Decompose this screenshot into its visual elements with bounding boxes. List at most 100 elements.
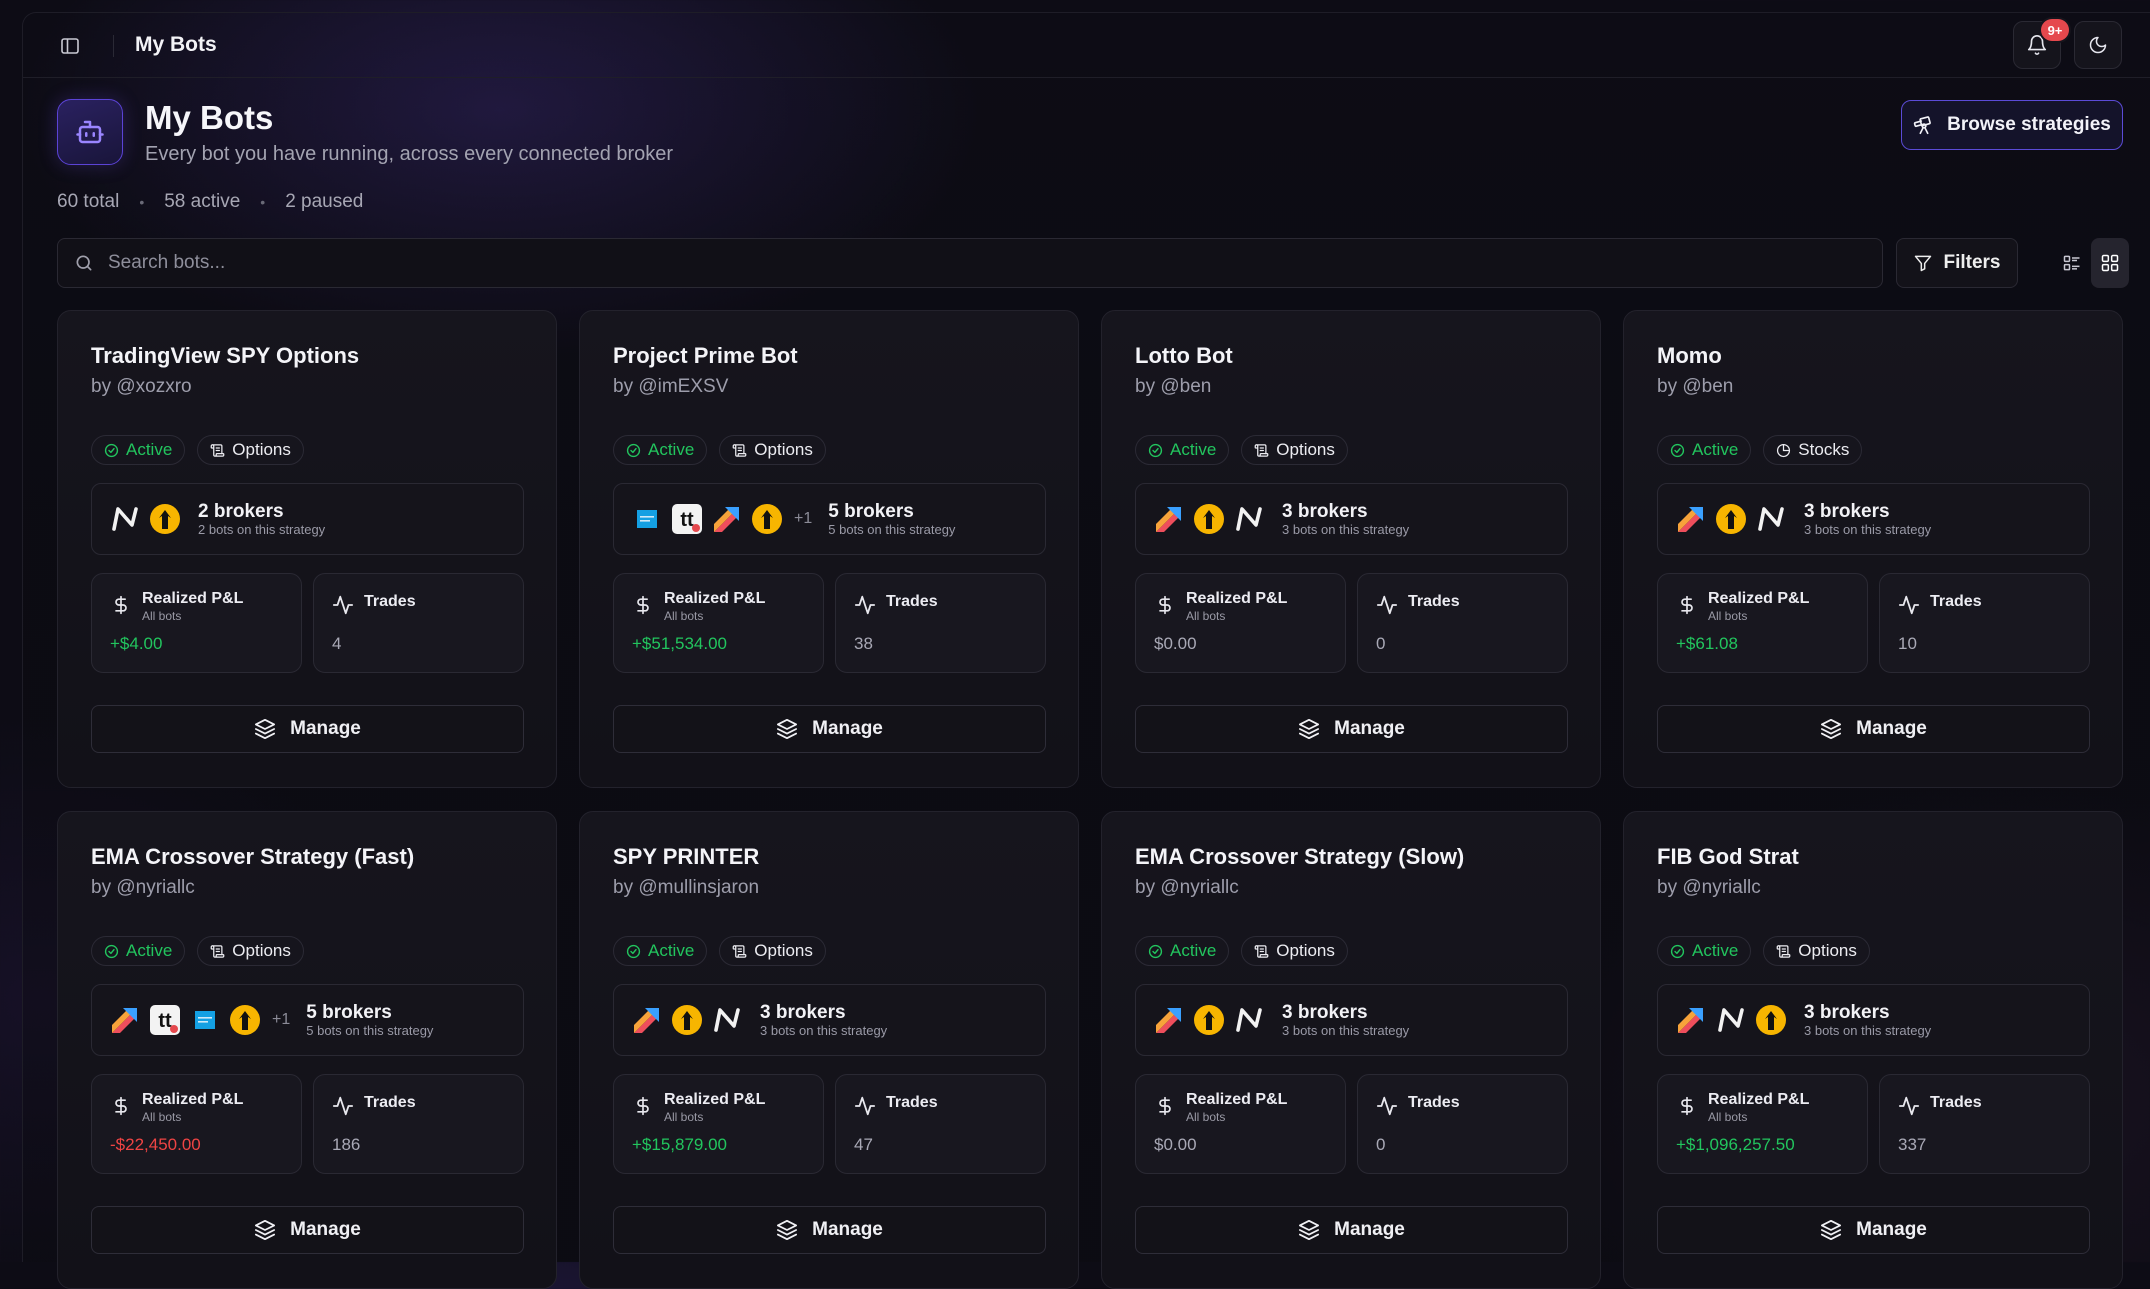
- grid-view-icon[interactable]: [2091, 238, 2129, 288]
- check-circle-icon: [1670, 443, 1685, 458]
- check-circle-icon: [1670, 944, 1685, 959]
- bot-card[interactable]: TradingView SPY Options by @xozxro Activ…: [57, 310, 557, 788]
- trades-label: Trades: [1408, 1094, 1460, 1111]
- manage-button[interactable]: Manage: [91, 1206, 524, 1254]
- search-input[interactable]: [108, 252, 1808, 274]
- yellow-broker-logo: [1714, 502, 1748, 536]
- trades-stat: Trades 4: [313, 573, 524, 673]
- bot-author: by @mullinsjaron: [613, 877, 760, 898]
- broker-subtext: 5 bots on this strategy: [306, 1023, 434, 1038]
- pnl-label: Realized P&L: [142, 1091, 244, 1108]
- activity-icon: [1898, 1093, 1920, 1119]
- theme-toggle-button[interactable]: [2074, 21, 2122, 69]
- broker-count: 3 brokers: [1804, 501, 1890, 522]
- bot-card[interactable]: Lotto Bot by @ben Active Options 3 broke…: [1101, 310, 1601, 788]
- trades-stat: Trades 38: [835, 573, 1046, 673]
- bot-card[interactable]: EMA Crossover Strategy (Fast) by @nyrial…: [57, 811, 557, 1289]
- browse-strategies-button[interactable]: Browse strategies: [1901, 100, 2123, 150]
- pnl-value: +$51,534.00: [632, 634, 728, 653]
- pnl-sublabel: All bots: [142, 609, 182, 623]
- separator-dot: •: [260, 194, 266, 210]
- bot-card[interactable]: FIB God Strat by @nyriallc Active Option…: [1623, 811, 2123, 1289]
- list-view-icon[interactable]: [2053, 238, 2091, 288]
- status-badge: Active: [1657, 936, 1752, 966]
- check-circle-icon: [626, 443, 641, 458]
- bot-name[interactable]: TradingView SPY Options: [91, 343, 359, 369]
- realized-pnl-stat: Realized P&L All bots +$51,534.00: [613, 573, 824, 673]
- bot-author: by @nyriallc: [1135, 877, 1239, 898]
- arrow-broker-logo: [1152, 502, 1186, 536]
- activity-icon: [1376, 592, 1398, 618]
- status-label: Active: [1170, 941, 1217, 960]
- status-badge: Active: [1135, 435, 1230, 465]
- realized-pnl-stat: Realized P&L All bots +$1,096,257.50: [1657, 1074, 1868, 1174]
- header-subtitle: Every bot you have running, across every…: [145, 143, 674, 165]
- bot-name[interactable]: Lotto Bot: [1135, 343, 1233, 369]
- notifications-button[interactable]: 9+: [2013, 19, 2069, 69]
- manage-button[interactable]: Manage: [91, 705, 524, 753]
- manage-label: Manage: [1856, 718, 1927, 739]
- trades-value: 0: [1376, 1135, 1386, 1154]
- manage-label: Manage: [1856, 1219, 1927, 1240]
- pnl-label: Realized P&L: [1186, 590, 1288, 607]
- bot-stats: 60 total • 58 active • 2 paused: [57, 191, 363, 213]
- n-broker-logo: [710, 1003, 744, 1037]
- brokers-summary: tt +1 5 brokers 5 bots on this strategy: [613, 483, 1046, 555]
- bot-name[interactable]: EMA Crossover Strategy (Fast): [91, 844, 414, 870]
- manage-button[interactable]: Manage: [1657, 705, 2090, 753]
- pnl-label: Realized P&L: [1186, 1091, 1288, 1108]
- trades-label: Trades: [1408, 593, 1460, 610]
- options-icon: [1776, 944, 1791, 959]
- trades-stat: Trades 0: [1357, 573, 1568, 673]
- filters-button[interactable]: Filters: [1896, 238, 2018, 288]
- bot-name[interactable]: Momo: [1657, 343, 1722, 369]
- svg-text:tt: tt: [680, 509, 694, 531]
- arrow-broker-logo: [710, 502, 744, 536]
- filters-label: Filters: [1943, 252, 2001, 273]
- pnl-label: Realized P&L: [664, 590, 766, 607]
- asset-type-label: Options: [1798, 941, 1857, 960]
- sidebar-toggle-icon[interactable]: [57, 33, 83, 59]
- view-toggle: [2053, 238, 2129, 288]
- pnl-sublabel: All bots: [1708, 609, 1748, 623]
- brokers-summary: 3 brokers 3 bots on this strategy: [613, 984, 1046, 1056]
- manage-button[interactable]: Manage: [613, 1206, 1046, 1254]
- asset-type-label: Options: [232, 941, 291, 960]
- bot-name[interactable]: SPY PRINTER: [613, 844, 759, 870]
- bot-name[interactable]: FIB God Strat: [1657, 844, 1799, 870]
- activity-icon: [854, 592, 876, 618]
- trades-stat: Trades 47: [835, 1074, 1046, 1174]
- manage-label: Manage: [290, 1219, 361, 1240]
- schwab-broker-logo: [188, 1003, 222, 1037]
- yellow-broker-logo: [1754, 1003, 1788, 1037]
- manage-button[interactable]: Manage: [1135, 705, 1568, 753]
- activity-icon: [1898, 592, 1920, 618]
- bot-name[interactable]: Project Prime Bot: [613, 343, 798, 369]
- schwab-broker-logo: [630, 502, 664, 536]
- bot-author: by @ben: [1135, 376, 1212, 397]
- manage-button[interactable]: Manage: [1657, 1206, 2090, 1254]
- pnl-sublabel: All bots: [664, 1110, 704, 1124]
- browse-strategies-label: Browse strategies: [1947, 114, 2111, 135]
- bot-card[interactable]: Project Prime Bot by @imEXSV Active Opti…: [579, 310, 1079, 788]
- search-bar[interactable]: [57, 238, 1883, 288]
- bot-card[interactable]: SPY PRINTER by @mullinsjaron Active Opti…: [579, 811, 1079, 1289]
- status-label: Active: [648, 440, 695, 459]
- layers-icon: [776, 1219, 798, 1241]
- n-broker-logo: [1754, 502, 1788, 536]
- tt-broker-logo: tt: [148, 1003, 182, 1037]
- status-badge: Active: [613, 435, 708, 465]
- manage-button[interactable]: Manage: [1135, 1206, 1568, 1254]
- trades-label: Trades: [1930, 1094, 1982, 1111]
- broker-subtext: 3 bots on this strategy: [760, 1023, 888, 1038]
- bot-card[interactable]: EMA Crossover Strategy (Slow) by @nyrial…: [1101, 811, 1601, 1289]
- pnl-value: -$22,450.00: [110, 1135, 201, 1154]
- bot-name[interactable]: EMA Crossover Strategy (Slow): [1135, 844, 1464, 870]
- realized-pnl-stat: Realized P&L All bots +$15,879.00: [613, 1074, 824, 1174]
- activity-icon: [854, 1093, 876, 1119]
- manage-button[interactable]: Manage: [613, 705, 1046, 753]
- bot-card[interactable]: Momo by @ben Active Stocks 3 brokers 3 b…: [1623, 310, 2123, 788]
- pnl-label: Realized P&L: [664, 1091, 766, 1108]
- activity-icon: [332, 1093, 354, 1119]
- status-label: Active: [1692, 440, 1739, 459]
